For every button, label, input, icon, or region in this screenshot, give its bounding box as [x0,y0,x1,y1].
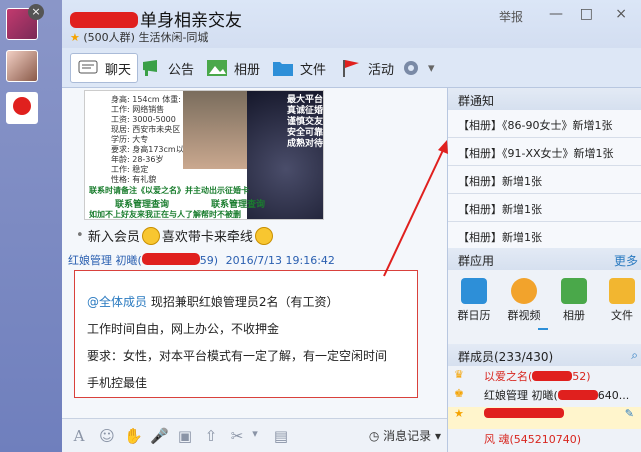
chat-header: 单身相亲交友 ★ (500人群) 生活休闲-同城 举报 — □ × [62,0,641,48]
notice-item[interactable]: 【相册】《86-90女士》新增1张 [448,110,641,138]
emoji-icon[interactable]: ☺ [98,427,116,445]
more-apps-link[interactable]: 更多 [614,252,638,269]
tab-activity[interactable]: 活动 [340,53,394,83]
notice-item[interactable]: 【相册】新增1张 [448,166,641,194]
voice-icon[interactable]: 🎤 [150,427,169,445]
edit-icon[interactable]: ✎ [625,407,634,420]
portrait-image [183,91,247,169]
member-row[interactable]: ★ ✎ [448,407,641,429]
members-header: 群成员(233/430) ⌕ [448,344,641,366]
calendar-icon [461,278,487,304]
report-link[interactable]: 举报 [499,8,523,25]
tab-files[interactable]: 文件 [272,53,326,83]
chevron-down-icon: ▾ [434,429,441,443]
image-icon[interactable]: ▣ [176,427,194,445]
clock-icon: ◷ [368,429,380,443]
chat-icon [77,58,99,78]
app-album[interactable]: 相册 [554,278,594,323]
group-logo-icon [13,97,31,115]
tab-announcement[interactable]: 公告 [140,53,194,83]
member-row[interactable]: ♛ 以爱之名(52) [448,368,641,386]
search-icon[interactable]: ⌕ [631,348,638,363]
flag-icon [340,58,362,78]
font-icon[interactable]: A [70,427,88,445]
composer-toolbar: A ☺ ✋ 🎤 ▣ ⇧ ✂ ▾ ▤ ◷ 消息记录 ▾ [62,418,447,452]
album-icon [206,58,228,78]
more-icon[interactable]: ▤ [272,427,290,445]
close-icon[interactable]: × [28,4,44,20]
notice-header: 群通知 [448,88,641,110]
album-icon [561,278,587,304]
avatar[interactable] [6,92,38,124]
system-message: • 新入会员 喜欢带卡来牵线 [76,226,275,245]
window-close-button[interactable]: × [615,6,627,22]
scissors-icon[interactable]: ✂ [228,427,246,445]
right-panel: 群通知 【相册】《86-90女士》新增1张 【相册】《91-XX女士》新增1张 … [447,88,641,452]
star-icon: ★ [70,31,80,44]
poster-note: 联系时请备注《以爱之名》并主动出示征婚卡 [89,186,249,195]
message-timestamp: 2016/7/13 19:16:42 [225,254,335,267]
vibrate-icon[interactable]: ✋ [124,427,143,445]
group-subtitle: ★ (500人群) 生活休闲-同城 [70,31,209,44]
star-icon: ★ [454,407,464,420]
app-calendar[interactable]: 群日历 [454,278,494,323]
conversation-strip: × [0,0,62,452]
upload-icon[interactable]: ⇧ [202,427,220,445]
avatar[interactable] [6,50,38,82]
mention-all[interactable]: @全体成员 [87,295,147,309]
chevron-down-icon: ▾ [428,60,435,76]
shared-image[interactable]: 身高: 154cm 体重: 37kg 工作: 网络销售 工资: 3000-5000 现… [84,90,324,220]
video-icon [511,278,537,304]
group-title: 单身相亲交友 [70,6,242,31]
owner-icon: ♛ [454,368,464,381]
page-indicator [538,328,548,330]
tab-album[interactable]: 相册 [206,53,260,83]
folder-icon [272,58,294,78]
folder-icon [609,278,635,304]
redaction-mark [141,253,200,265]
emoji-icon [141,226,160,245]
tab-chat[interactable]: 聊天 [70,53,139,83]
maximize-button[interactable]: □ [580,6,593,22]
member-row[interactable]: ♚ 红娘管理 初曦(640... [448,387,641,405]
poster-slogans: 最大平台 真诚征婚 谨慎交友 安全可靠 成熟对待 [287,95,324,149]
poster-footnote: 如加不上好友来我正在与人了解帮时不被删 [89,210,241,219]
apps-header: 群应用 更多 [448,248,641,270]
admin-icon: ♚ [454,387,464,400]
sender-name[interactable]: 红娘管理 初曦( [68,254,142,267]
tab-bar: 聊天 公告 相册 文件 活动 ▾ [62,48,641,88]
announcement-icon [140,58,162,78]
emoji-icon [254,226,273,245]
gear-icon [400,58,422,78]
member-row[interactable]: 风 魂(545210740) [448,431,641,449]
dropdown-icon[interactable]: ▾ [246,427,264,445]
app-video[interactable]: 群视频 [504,278,544,323]
tab-settings[interactable]: ▾ [400,53,435,83]
chat-area[interactable]: 身高: 154cm 体重: 37kg 工作: 网络销售 工资: 3000-5000 现… [62,88,447,418]
notice-item[interactable]: 【相册】新增1张 [448,194,641,222]
notice-item[interactable]: 【相册】《91-XX女士》新增1张 [448,138,641,166]
notice-item[interactable]: 【相册】新增1张 [448,222,641,250]
minimize-button[interactable]: — [549,6,563,22]
app-files[interactable]: 文件 [602,278,641,323]
redaction-mark [70,12,138,28]
message-header: 红娘管理 初曦(59) 2016/7/13 19:16:42 [68,253,335,267]
message-bubble: @全体成员 现招兼职红娘管理员2名（有工资） 工作时间自由，网上办公，不收押金 … [74,270,418,398]
history-button[interactable]: ◷ 消息记录 ▾ [369,427,441,444]
